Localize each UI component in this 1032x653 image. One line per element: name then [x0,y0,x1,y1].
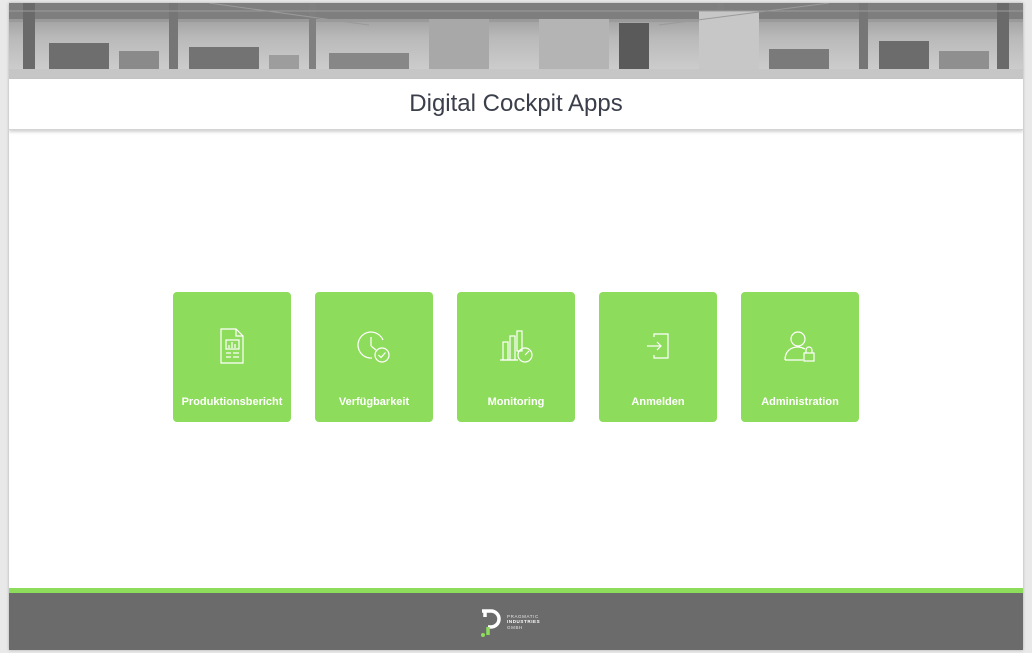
footer-bar: PRAGMATIC INDUSTRIES GMBH [9,588,1023,650]
logo-line-2: INDUSTRIES [507,619,541,625]
app-tiles: Produktionsbericht Verfügbarkeit Monitor… [173,292,859,422]
pragmatic-logo-icon [481,609,501,637]
user-lock-icon [741,326,859,366]
company-name: PRAGMATIC INDUSTRIES GMBH [507,614,540,631]
login-arrow-icon [599,326,717,366]
logo-line-3: GMBH [507,624,523,630]
header-banner-image [9,3,1023,79]
app-tile-label: Monitoring [487,396,545,408]
clock-check-icon [315,326,433,366]
app-tile-anmelden[interactable]: Anmelden [599,292,717,422]
app-tile-label: Produktionsbericht [181,396,283,408]
app-tile-label: Verfügbarkeit [338,396,410,408]
app-tile-produktionsbericht[interactable]: Produktionsbericht [173,292,291,422]
company-logo: PRAGMATIC INDUSTRIES GMBH [479,605,540,639]
app-tile-label: Administration [761,396,839,408]
factory-hall-photo [9,3,1023,79]
app-tile-monitoring[interactable]: Monitoring [457,292,575,422]
app-tile-label: Anmelden [631,396,685,408]
report-chart-icon [173,326,291,366]
page-title: Digital Cockpit Apps [409,90,623,117]
app-tile-verfuegbarkeit[interactable]: Verfügbarkeit [315,292,433,422]
bars-gauge-icon [457,326,575,366]
app-tile-administration[interactable]: Administration [741,292,859,422]
title-bar: Digital Cockpit Apps [9,79,1023,130]
app-frame: Digital Cockpit Apps Produktionsbericht [9,3,1023,650]
